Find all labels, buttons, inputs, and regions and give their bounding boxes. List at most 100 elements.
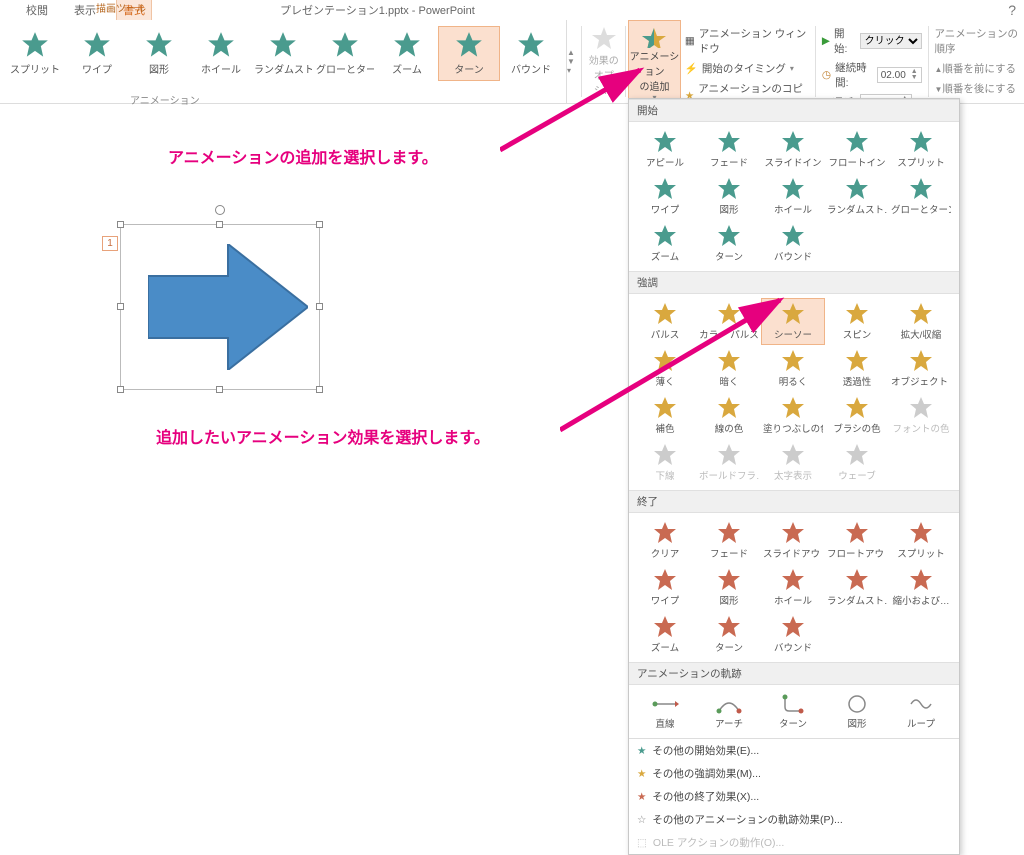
- move-later-button: ▼順番を後にする: [934, 81, 1020, 96]
- resize-handle[interactable]: [117, 303, 124, 310]
- gallery-item[interactable]: ワイプ: [66, 26, 128, 81]
- animation-option[interactable]: フロートイン: [825, 126, 889, 173]
- animation-option[interactable]: ターン: [761, 689, 825, 734]
- ribbon-tabs: 校閲 表示 書式: [0, 0, 1024, 20]
- more-motion-menuitem[interactable]: ☆その他のアニメーションの軌跡効果(P)...: [629, 808, 959, 831]
- context-tool-label: 描画ツール: [96, 0, 146, 15]
- animation-option[interactable]: 直線: [633, 689, 697, 734]
- animation-option[interactable]: アピール: [633, 126, 697, 173]
- animation-option[interactable]: 薄く: [633, 345, 697, 392]
- animation-option[interactable]: ホイール: [761, 564, 825, 611]
- animation-option[interactable]: バウンド: [761, 220, 825, 267]
- animation-option[interactable]: ループ: [889, 689, 953, 734]
- animation-option[interactable]: ターン: [697, 220, 761, 267]
- more-exit-menuitem[interactable]: ★その他の終了効果(X)...: [629, 785, 959, 808]
- gallery-item[interactable]: グローとターン: [314, 26, 376, 81]
- animation-option[interactable]: 透過性: [825, 345, 889, 392]
- animation-option[interactable]: ズーム: [633, 611, 697, 658]
- trigger-icon: ⚡: [685, 62, 698, 75]
- animation-option[interactable]: オブジェクト …: [889, 345, 953, 392]
- gallery-item[interactable]: ホイール: [190, 26, 252, 81]
- animation-option[interactable]: 図形: [825, 689, 889, 734]
- animation-option[interactable]: ランダムスト…: [825, 173, 889, 220]
- resize-handle[interactable]: [316, 386, 323, 393]
- resize-handle[interactable]: [216, 386, 223, 393]
- start-select[interactable]: クリック時: [860, 33, 922, 49]
- animation-option[interactable]: スライドアウト: [761, 517, 825, 564]
- animation-option[interactable]: ホイール: [761, 173, 825, 220]
- animation-option[interactable]: ズーム: [633, 220, 697, 267]
- tab-review[interactable]: 校閲: [20, 0, 54, 20]
- play-icon: ▶: [822, 35, 830, 47]
- animation-option[interactable]: 明るく: [761, 345, 825, 392]
- animation-gallery: スプリットワイプ図形ホイールランダムスト…グローとターンズームターンバウンド: [0, 20, 566, 103]
- animation-option[interactable]: ワイプ: [633, 173, 697, 220]
- more-emphasis-menuitem[interactable]: ★その他の強調効果(M)...: [629, 762, 959, 785]
- animation-option[interactable]: スライドイン: [761, 126, 825, 173]
- gallery-item[interactable]: ターン: [438, 26, 500, 81]
- star-icon: [591, 26, 617, 52]
- gallery-item[interactable]: スプリット: [4, 26, 66, 81]
- resize-handle[interactable]: [316, 221, 323, 228]
- star-plus-icon: [641, 27, 667, 48]
- gallery-item[interactable]: ズーム: [376, 26, 438, 81]
- duration-field[interactable]: 02.00▲▼: [877, 67, 922, 83]
- right-arrow-shape[interactable]: [148, 244, 308, 370]
- animation-option[interactable]: シーソー: [761, 298, 825, 345]
- clock-icon: ◷: [822, 69, 831, 81]
- section-motion-header: アニメーションの軌跡: [629, 662, 959, 685]
- exit-grid: クリアフェードスライドアウトフロートアウトスプリットワイプ図形ホイールランダムス…: [629, 513, 959, 662]
- animation-option[interactable]: 図形: [697, 564, 761, 611]
- trigger-button[interactable]: ⚡開始のタイミング▾: [685, 61, 809, 76]
- animation-option[interactable]: パルス: [633, 298, 697, 345]
- animation-option[interactable]: 塗りつぶしの色: [761, 392, 825, 439]
- resize-handle[interactable]: [117, 221, 124, 228]
- section-emphasis-header: 強調: [629, 271, 959, 294]
- animation-option[interactable]: カラー パルス: [697, 298, 761, 345]
- animation-option[interactable]: バウンド: [761, 611, 825, 658]
- animation-option[interactable]: 縮小および…: [889, 564, 953, 611]
- animation-option[interactable]: 暗く: [697, 345, 761, 392]
- animation-option[interactable]: スプリット: [889, 517, 953, 564]
- advanced-animation-group: ▦アニメーション ウィンドウ ⚡開始のタイミング▾ ★アニメーションのコピー/貼…: [681, 20, 813, 103]
- window-title: プレゼンテーション1.pptx - PowerPoint: [280, 2, 475, 18]
- more-entrance-menuitem[interactable]: ★その他の開始効果(E)...: [629, 739, 959, 762]
- animation-option[interactable]: クリア: [633, 517, 697, 564]
- animation-option[interactable]: ワイプ: [633, 564, 697, 611]
- reorder-header: アニメーションの順序: [934, 26, 1020, 56]
- animation-order-tag[interactable]: 1: [102, 236, 118, 251]
- resize-handle[interactable]: [316, 303, 323, 310]
- animation-option[interactable]: グローとターン: [889, 173, 953, 220]
- gallery-item[interactable]: バウンド: [500, 26, 562, 81]
- gallery-item[interactable]: ランダムスト…: [252, 26, 314, 81]
- animation-option[interactable]: フェード: [697, 126, 761, 173]
- add-animation-dropdown: 開始 アピールフェードスライドインフロートインスプリットワイプ図形ホイールランダ…: [628, 98, 960, 855]
- gallery-group-label: アニメーション: [130, 92, 200, 107]
- help-icon[interactable]: ?: [1008, 2, 1016, 18]
- reorder-group: アニメーションの順序 ▲順番を前にする ▼順番を後にする: [930, 20, 1024, 103]
- section-entrance-header: 開始: [629, 99, 959, 122]
- animation-option: フォントの色: [889, 392, 953, 439]
- animation-option[interactable]: スプリット: [889, 126, 953, 173]
- animation-pane-button[interactable]: ▦アニメーション ウィンドウ: [685, 26, 809, 56]
- animation-option: ボールドフラ…: [697, 439, 761, 486]
- animation-option[interactable]: フェード: [697, 517, 761, 564]
- resize-handle[interactable]: [117, 386, 124, 393]
- resize-handle[interactable]: [216, 221, 223, 228]
- animation-option[interactable]: フロートアウト: [825, 517, 889, 564]
- animation-option[interactable]: スピン: [825, 298, 889, 345]
- animation-option[interactable]: 線の色: [697, 392, 761, 439]
- gallery-more-button[interactable]: ▲▼▾: [566, 20, 579, 103]
- rotate-handle[interactable]: [215, 205, 225, 215]
- pane-icon: ▦: [685, 35, 695, 47]
- add-animation-button[interactable]: アニメーション の追加 ▾: [628, 20, 681, 103]
- animation-option[interactable]: 図形: [697, 173, 761, 220]
- animation-option: ウェーブ: [825, 439, 889, 486]
- animation-option[interactable]: 補色: [633, 392, 697, 439]
- animation-option[interactable]: ブラシの色: [825, 392, 889, 439]
- gallery-item[interactable]: 図形: [128, 26, 190, 81]
- animation-option[interactable]: アーチ: [697, 689, 761, 734]
- animation-option[interactable]: ターン: [697, 611, 761, 658]
- animation-option[interactable]: ランダムスト…: [825, 564, 889, 611]
- animation-option[interactable]: 拡大/収縮: [889, 298, 953, 345]
